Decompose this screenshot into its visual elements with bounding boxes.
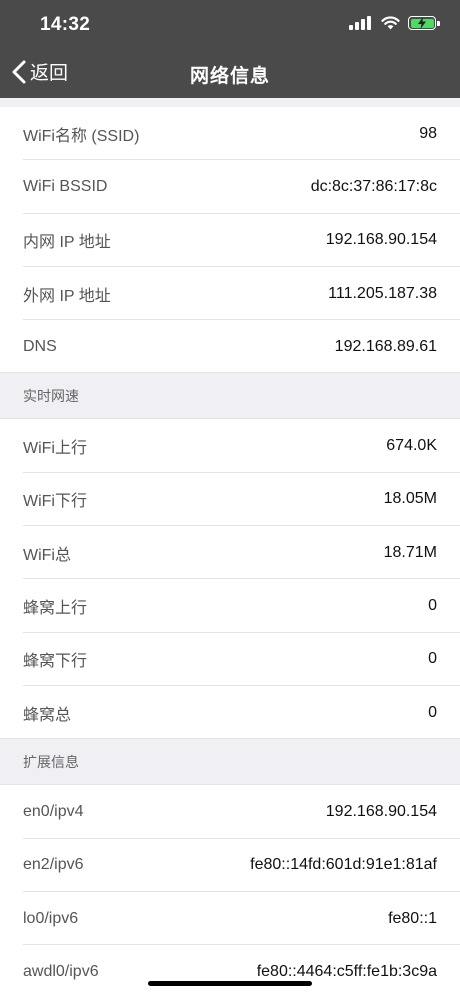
home-indicator[interactable] [148, 981, 312, 986]
info-row-dns: DNS 192.168.89.61 [0, 320, 460, 374]
page-title: 网络信息 [189, 66, 270, 87]
status-time: 14:32 [40, 14, 91, 35]
extended-group: en0/ipv4 192.168.90.154 en2/ipv6 fe80::14f… [0, 785, 460, 996]
info-row-cell-up: 蜂窝上行 0 [0, 579, 460, 633]
section-header-extended: 扩展信息 [0, 739, 460, 786]
info-row-lo0-ipv6: lo0/ipv6 fe80::1 [0, 892, 460, 946]
status-icons [349, 16, 440, 30]
info-row-bssid: WiFi BSSID dc:8c:37:86:17:8c [0, 160, 460, 214]
wifi-info-group: WiFi名称 (SSID) 98 WiFi BSSID dc:8c:37:86:17… [0, 107, 460, 374]
info-row-awdl0-ipv6: awdl0/ipv6 fe80::4464:c5ff:fe1b:3c9a [0, 945, 460, 996]
info-row-wifi-up: WiFi上行 674.0K [0, 419, 460, 474]
network-info-list[interactable]: WiFi名称 (SSID) 98 WiFi BSSID dc:8c:37:86:17… [0, 98, 460, 996]
info-row-wifi-down: WiFi下行 18.05M [0, 473, 460, 527]
info-row-en2-ipv6: en2/ipv6 fe80::14fd:601d:91e1:81af [0, 839, 460, 893]
info-row-ssid: WiFi名称 (SSID) 98 [0, 107, 460, 161]
info-row-wan-ip: 外网 IP 地址 111.205.187.38 [0, 267, 460, 321]
info-row-lan-ip: 内网 IP 地址 192.168.90.154 [0, 214, 460, 268]
signal-icon [349, 16, 373, 30]
wifi-icon [381, 16, 400, 30]
battery-charging-icon [408, 16, 440, 30]
info-row-en0-ipv4: en0/ipv4 192.168.90.154 [0, 785, 460, 839]
navigation-bar: 14:32 返回 网络信息 [0, 0, 460, 98]
info-row-cell-total: 蜂窝总 0 [0, 686, 460, 740]
realtime-group: WiFi上行 674.0K WiFi下行 18.05M WiFi总 18.71M 蜂窝… [0, 419, 460, 740]
status-bar: 14:32 [0, 0, 460, 50]
info-row-wifi-total: WiFi总 18.71M [0, 526, 460, 580]
section-header-realtime: 实时网速 [0, 373, 460, 420]
info-row-cell-down: 蜂窝下行 0 [0, 633, 460, 687]
